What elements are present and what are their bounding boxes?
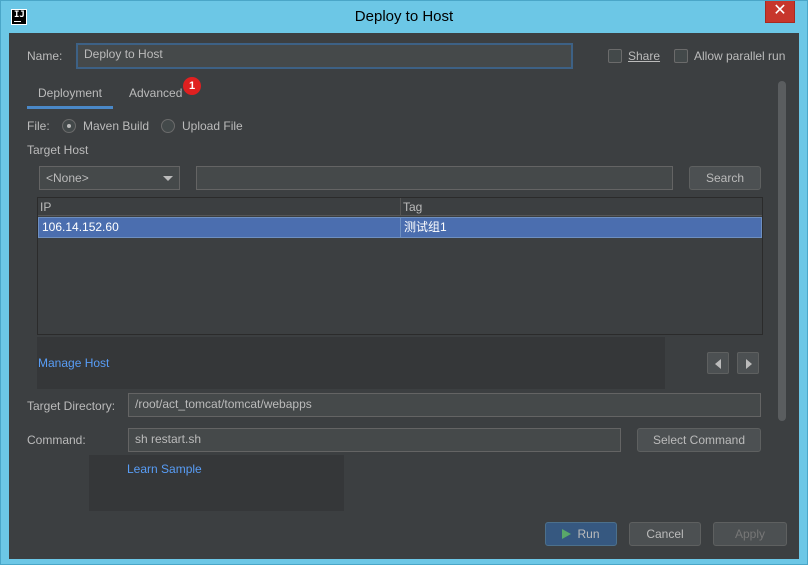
window-title: Deploy to Host — [354, 8, 454, 25]
play-icon — [562, 529, 572, 539]
column-header-ip[interactable]: IP — [38, 198, 400, 216]
annotation-badge: 1 — [183, 77, 201, 95]
close-icon[interactable]: ✕ — [765, 1, 795, 23]
arrow-right-icon — [746, 359, 752, 369]
command-label: Command: — [27, 433, 86, 447]
search-button[interactable]: Search — [689, 166, 761, 190]
tab-advanced-label: Advanced — [129, 86, 183, 100]
allow-parallel-run-label[interactable]: Allow parallel run — [694, 49, 785, 63]
name-label: Name: — [27, 49, 63, 63]
chevron-down-icon — [163, 176, 173, 181]
target-directory-input[interactable]: /root/act_tomcat/tomcat/webapps — [128, 393, 761, 417]
file-label: File: — [27, 119, 50, 133]
previous-page-button[interactable] — [707, 352, 729, 374]
cancel-button[interactable]: Cancel — [629, 522, 701, 546]
table-row[interactable]: 106.14.152.60 测试组1 — [38, 217, 762, 238]
manage-host-link[interactable]: Manage Host — [38, 356, 109, 370]
select-command-button[interactable]: Select Command — [637, 428, 761, 452]
row-tag-cell: 测试组1 — [404, 220, 447, 234]
row-ip-cell: 106.14.152.60 — [42, 220, 119, 234]
target-host-label: Target Host — [27, 143, 89, 157]
tab-deployment[interactable]: Deployment — [27, 83, 113, 109]
manage-host-panel — [37, 337, 665, 389]
share-label[interactable]: Share — [628, 49, 660, 63]
host-table: IP Tag 106.14.152.60 测试组1 — [37, 197, 763, 335]
apply-button[interactable]: Apply — [713, 522, 787, 546]
host-search-input[interactable] — [196, 166, 673, 190]
deploy-dialog-window: IJ Deploy to Host ✕ Name: Deploy to Host… — [0, 0, 808, 565]
run-button[interactable]: Run — [545, 522, 617, 546]
arrow-left-icon — [715, 359, 721, 369]
upload-file-radio[interactable] — [161, 119, 175, 133]
run-button-label: Run — [577, 527, 600, 541]
next-page-button[interactable] — [737, 352, 759, 374]
allow-parallel-run-checkbox[interactable] — [674, 49, 688, 63]
vertical-scrollbar[interactable] — [778, 81, 786, 421]
tab-deployment-label: Deployment — [37, 86, 103, 100]
dialog-content: Name: Deploy to Host Share Allow paralle… — [9, 33, 799, 559]
name-input[interactable]: Deploy to Host — [76, 43, 573, 69]
share-checkbox[interactable] — [608, 49, 622, 63]
target-host-dropdown-value: <None> — [46, 171, 89, 185]
learn-sample-link[interactable]: Learn Sample — [127, 462, 202, 476]
tab-advanced[interactable]: Advanced — [129, 83, 182, 109]
title-bar[interactable]: IJ Deploy to Host ✕ — [1, 1, 807, 33]
column-header-tag[interactable]: Tag — [401, 198, 761, 216]
target-host-dropdown[interactable]: <None> — [39, 166, 180, 190]
command-input[interactable]: sh restart.sh — [128, 428, 621, 452]
target-directory-label: Target Directory: — [27, 399, 116, 413]
maven-build-radio[interactable] — [62, 119, 76, 133]
table-header: IP Tag — [38, 198, 762, 216]
maven-build-label[interactable]: Maven Build — [83, 119, 149, 133]
upload-file-label[interactable]: Upload File — [182, 119, 243, 133]
